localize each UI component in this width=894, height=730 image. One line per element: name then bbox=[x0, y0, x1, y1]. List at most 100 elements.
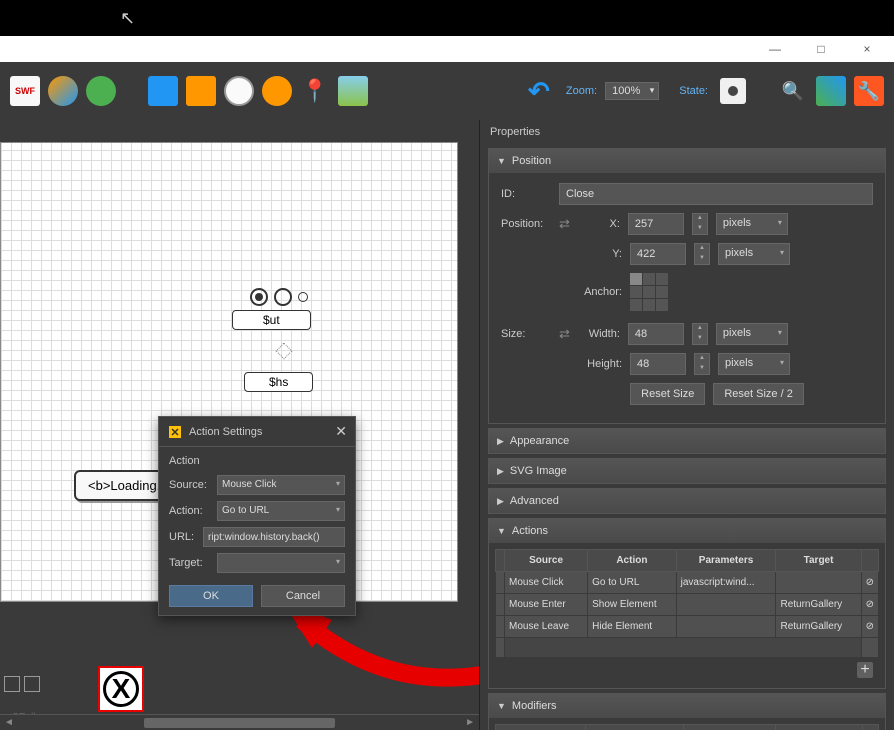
action-label: Action: bbox=[169, 505, 211, 517]
width-label: Width: bbox=[578, 328, 620, 340]
scroll-thumb[interactable] bbox=[144, 718, 336, 728]
advanced-header[interactable]: ▶Advanced bbox=[489, 489, 885, 513]
cell-params bbox=[676, 616, 776, 638]
globe-icon[interactable] bbox=[48, 76, 78, 106]
appearance-header[interactable]: ▶Appearance bbox=[489, 429, 885, 453]
id-input[interactable] bbox=[559, 183, 873, 205]
reset-size-button[interactable]: Reset Size bbox=[630, 383, 705, 405]
add-action-button[interactable]: + bbox=[857, 662, 873, 678]
radio-group[interactable] bbox=[250, 288, 308, 306]
map-icon[interactable] bbox=[338, 76, 368, 106]
modifiers-header[interactable]: ▼Modifiers bbox=[489, 694, 885, 718]
delete-row-icon[interactable]: ⊘ bbox=[861, 572, 878, 594]
height-input[interactable] bbox=[630, 353, 686, 375]
cell-source: Mouse Enter bbox=[505, 594, 588, 616]
cell-target: ReturnGallery bbox=[776, 616, 861, 638]
row-handle[interactable] bbox=[496, 594, 505, 616]
width-unit-select[interactable]: pixels bbox=[716, 323, 788, 345]
close-element[interactable]: X bbox=[98, 666, 144, 712]
link-icon[interactable]: ⇄ bbox=[559, 326, 570, 342]
properties-panel: Properties ▼ Position ID: Position: ⇄ X:… bbox=[480, 120, 894, 730]
cell-source: Mouse Leave bbox=[505, 616, 588, 638]
dialog-titlebar[interactable]: Action Settings ✕ bbox=[159, 417, 355, 447]
y-unit-select[interactable]: pixels bbox=[718, 243, 790, 265]
window-controls: — □ × bbox=[0, 36, 894, 62]
scroll-right-icon[interactable]: ► bbox=[465, 717, 475, 728]
delete-row-icon[interactable]: ⊘ bbox=[861, 594, 878, 616]
layout-icon[interactable] bbox=[148, 76, 178, 106]
swf-icon[interactable]: SWF bbox=[10, 76, 40, 106]
radio-selected-icon bbox=[250, 288, 268, 306]
small-icons[interactable] bbox=[4, 676, 40, 692]
action-select[interactable]: Go to URL bbox=[217, 501, 345, 521]
link-icon[interactable]: ⇄ bbox=[559, 216, 570, 232]
url-input[interactable] bbox=[203, 527, 345, 547]
cell-action: Go to URL bbox=[588, 572, 676, 594]
tools-icon[interactable]: 🔧 bbox=[854, 76, 884, 106]
target-icon[interactable] bbox=[262, 76, 292, 106]
svg-header[interactable]: ▶SVG Image bbox=[489, 459, 885, 483]
ut-field[interactable]: $ut bbox=[232, 310, 311, 330]
undo-icon[interactable]: ↶ bbox=[524, 76, 554, 106]
table-row[interactable]: Mouse LeaveHide Element ReturnGallery⊘ bbox=[496, 616, 879, 638]
height-spinner[interactable]: ▲▼ bbox=[694, 353, 710, 375]
canvas-h-scrollbar[interactable]: ◄ ► bbox=[0, 714, 479, 730]
svg-section: ▶SVG Image bbox=[488, 458, 886, 484]
x-spinner[interactable]: ▲▼ bbox=[692, 213, 708, 235]
col-source: Source bbox=[505, 550, 588, 572]
cell-action: Hide Element bbox=[588, 616, 676, 638]
x-unit-select[interactable]: pixels bbox=[716, 213, 788, 235]
action-settings-dialog: Action Settings ✕ Action Source: Mouse C… bbox=[158, 416, 356, 616]
chevron-down-icon: ▼ bbox=[497, 526, 506, 536]
width-input[interactable] bbox=[628, 323, 684, 345]
window-close-button[interactable]: × bbox=[844, 36, 890, 62]
height-unit-select[interactable]: pixels bbox=[718, 353, 790, 375]
ok-button[interactable]: OK bbox=[169, 585, 253, 607]
state-label: State: bbox=[679, 85, 708, 97]
dialog-close-icon[interactable]: ✕ bbox=[335, 423, 347, 440]
modifiers-table: Target Source Factor Offset bbox=[495, 724, 879, 730]
scroll-left-icon[interactable]: ◄ bbox=[4, 717, 14, 728]
width-spinner[interactable]: ▲▼ bbox=[692, 323, 708, 345]
compass-icon[interactable] bbox=[224, 76, 254, 106]
row-handle[interactable] bbox=[496, 572, 505, 594]
canvas-viewport[interactable]: $ut $hs <b>Loading. X Return to Gallery … bbox=[0, 120, 479, 714]
x-label: X: bbox=[578, 218, 620, 230]
target-select[interactable] bbox=[217, 553, 345, 573]
x-input[interactable] bbox=[628, 213, 684, 235]
grid-icon[interactable] bbox=[186, 76, 216, 106]
pin-icon[interactable]: 📍 bbox=[300, 76, 330, 106]
y-spinner[interactable]: ▲▼ bbox=[694, 243, 710, 265]
main-toolbar: SWF 📍 ↶ Zoom: 100% State: 🔍 🔧 bbox=[0, 62, 894, 120]
radio-small-icon bbox=[298, 292, 308, 302]
globe-green-icon[interactable] bbox=[86, 76, 116, 106]
height-label: Height: bbox=[580, 358, 622, 370]
source-label: Source: bbox=[169, 479, 211, 491]
anchor-picker[interactable] bbox=[630, 273, 668, 311]
chevron-down-icon: ▼ bbox=[497, 701, 506, 711]
search-icon[interactable]: 🔍 bbox=[778, 76, 808, 106]
cursor-icon: ↖ bbox=[120, 8, 135, 29]
chevron-down-icon: ▼ bbox=[497, 156, 506, 166]
position-header[interactable]: ▼ Position bbox=[489, 149, 885, 173]
y-input[interactable] bbox=[630, 243, 686, 265]
palette-icon[interactable] bbox=[816, 76, 846, 106]
reset-size-half-button[interactable]: Reset Size / 2 bbox=[713, 383, 803, 405]
zoom-select[interactable]: 100% bbox=[605, 82, 659, 100]
state-select[interactable] bbox=[720, 78, 746, 104]
position-title: Position bbox=[512, 155, 551, 167]
hs-field[interactable]: $hs bbox=[244, 372, 313, 392]
col-action: Action bbox=[588, 550, 676, 572]
table-row[interactable]: Mouse EnterShow ElementReturnGallery⊘ bbox=[496, 594, 879, 616]
url-label: URL: bbox=[169, 531, 197, 543]
delete-row-icon[interactable]: ⊘ bbox=[861, 616, 878, 638]
row-handle[interactable] bbox=[496, 616, 505, 638]
cancel-button[interactable]: Cancel bbox=[261, 585, 345, 607]
source-select[interactable]: Mouse Click bbox=[217, 475, 345, 495]
window-minimize-button[interactable]: — bbox=[752, 36, 798, 62]
window-maximize-button[interactable]: □ bbox=[798, 36, 844, 62]
dialog-section-label: Action bbox=[169, 455, 345, 467]
actions-header[interactable]: ▼Actions bbox=[489, 519, 885, 543]
advanced-title: Advanced bbox=[510, 495, 559, 507]
table-row[interactable]: Mouse ClickGo to URLjavascript:wind...⊘ bbox=[496, 572, 879, 594]
